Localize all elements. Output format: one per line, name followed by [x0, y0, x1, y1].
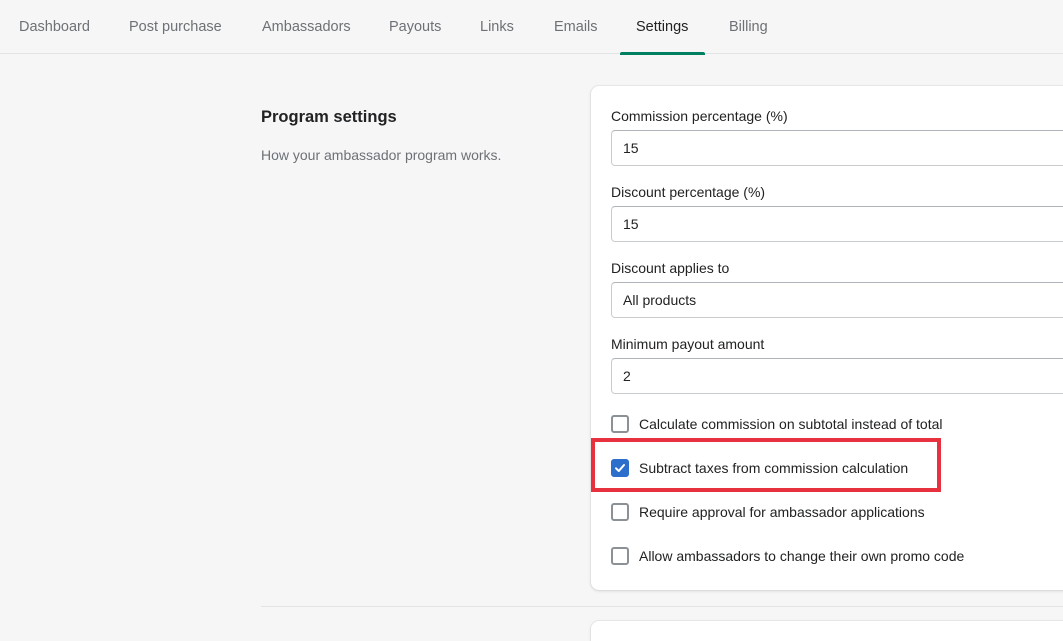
discount-applies-to-select[interactable]: All products	[611, 282, 1063, 318]
require-approval-option[interactable]: Require approval for ambassador applicat…	[611, 502, 925, 522]
tab-emails[interactable]: Emails	[538, 0, 614, 54]
minimum-payout-input[interactable]	[611, 358, 1063, 394]
tab-ambassadors[interactable]: Ambassadors	[246, 0, 367, 54]
tab-billing[interactable]: Billing	[713, 0, 784, 54]
minimum-payout-label: Minimum payout amount	[611, 336, 765, 352]
top-navigation: Dashboard Post purchase Ambassadors Payo…	[0, 0, 1063, 55]
checkmark-icon	[615, 464, 625, 472]
section-description: How your ambassador program works.	[261, 147, 502, 163]
discount-percentage-input[interactable]	[611, 206, 1063, 242]
change-promo-code-label: Allow ambassadors to change their own pr…	[639, 548, 965, 564]
tab-post-purchase[interactable]: Post purchase	[113, 0, 238, 54]
tab-settings[interactable]: Settings	[620, 0, 705, 55]
subtotal-commission-option[interactable]: Calculate commission on subtotal instead…	[611, 414, 943, 434]
subtract-taxes-label: Subtract taxes from commission calculati…	[639, 460, 909, 476]
commission-percentage-label: Commission percentage (%)	[611, 108, 788, 124]
require-approval-label: Require approval for ambassador applicat…	[639, 504, 925, 520]
tab-dashboard[interactable]: Dashboard	[3, 0, 106, 54]
discount-applies-to-label: Discount applies to	[611, 260, 730, 276]
change-promo-code-checkbox[interactable]	[611, 547, 629, 565]
require-approval-checkbox[interactable]	[611, 503, 629, 521]
change-promo-code-option[interactable]: Allow ambassadors to change their own pr…	[611, 546, 964, 566]
next-settings-card	[591, 621, 1063, 641]
subtotal-commission-checkbox[interactable]	[611, 415, 629, 433]
discount-percentage-label: Discount percentage (%)	[611, 184, 766, 200]
subtotal-commission-label: Calculate commission on subtotal instead…	[639, 416, 943, 432]
commission-percentage-input[interactable]	[611, 130, 1063, 166]
tab-payouts[interactable]: Payouts	[373, 0, 457, 54]
section-divider	[261, 606, 1063, 607]
subtract-taxes-option[interactable]: Subtract taxes from commission calculati…	[611, 458, 908, 478]
program-settings-card: Commission percentage (%) Discount perce…	[591, 86, 1063, 590]
section-title: Program settings	[261, 108, 397, 126]
subtract-taxes-checkbox[interactable]	[611, 459, 629, 477]
tab-links[interactable]: Links	[464, 0, 530, 54]
